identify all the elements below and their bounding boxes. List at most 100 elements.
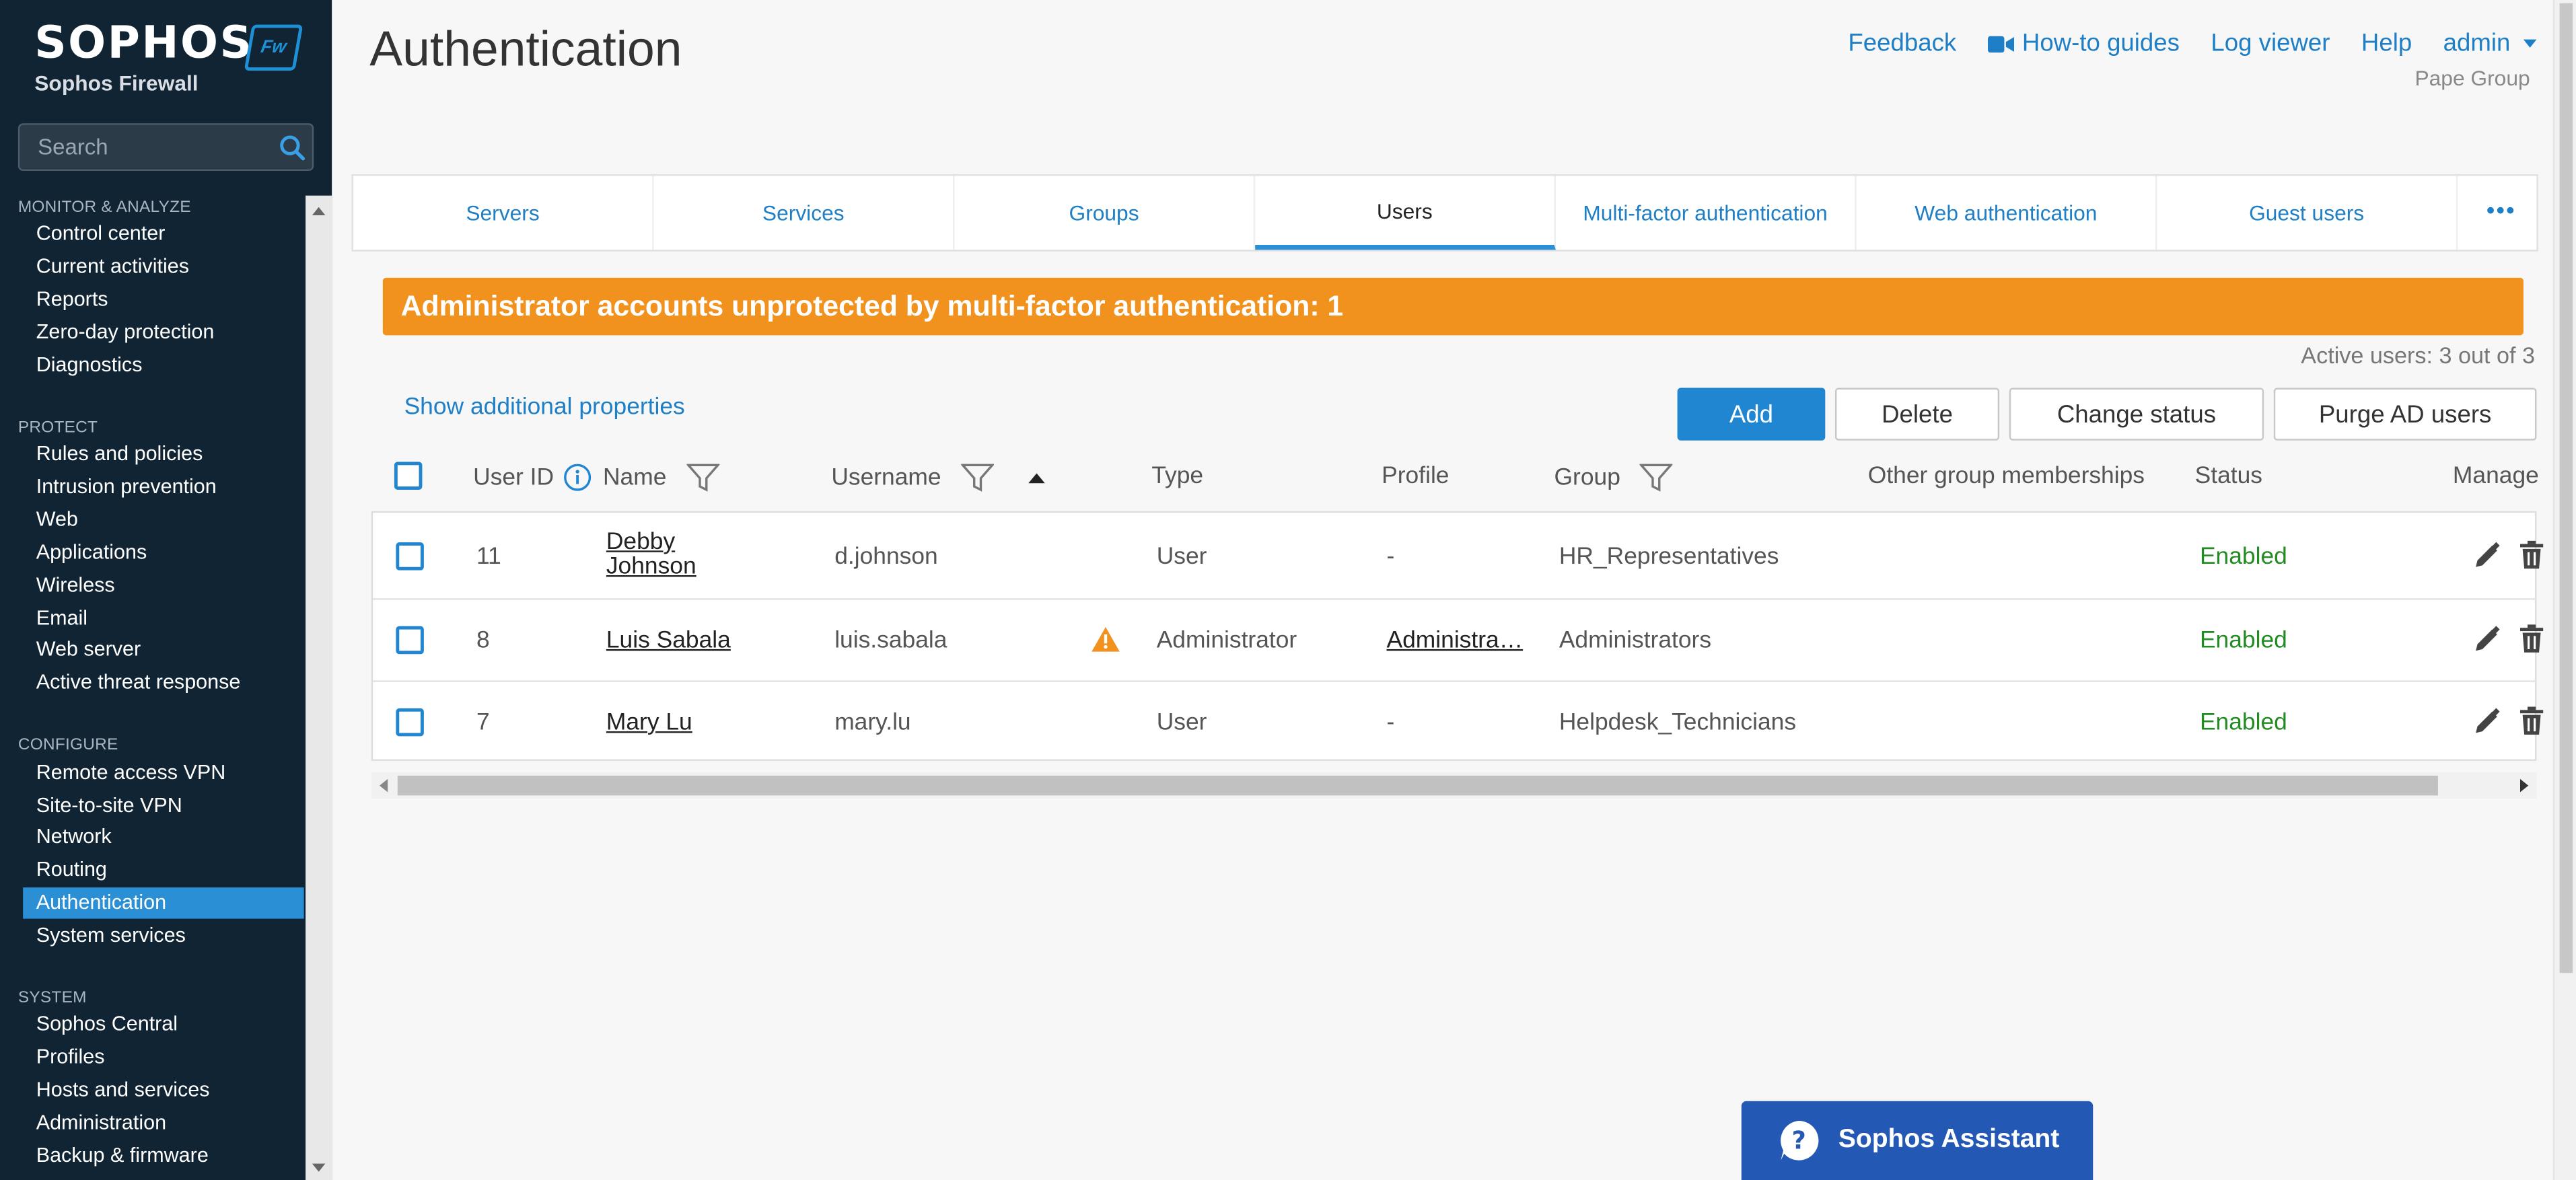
row-actions [2472, 540, 2545, 570]
sidebar-item-sophos-central[interactable]: Sophos Central [23, 1009, 303, 1040]
svg-text:?: ? [1792, 1126, 1806, 1155]
chevron-down-icon [2523, 39, 2537, 48]
scroll-left-icon[interactable] [379, 778, 388, 792]
sidebar-item-web-server[interactable]: Web server [23, 634, 303, 665]
scroll-up-icon[interactable] [312, 207, 326, 216]
active-users-count: Active users: 3 out of 3 [2301, 342, 2535, 369]
row-checkbox[interactable] [396, 542, 424, 570]
sidebar-item-administration[interactable]: Administration [23, 1108, 303, 1139]
sidebar-item-backup-firmware[interactable]: Backup & firmware [23, 1140, 303, 1171]
page-scrollbar[interactable] [2552, 0, 2576, 1180]
sidebar-scrollbar[interactable] [306, 195, 332, 1180]
column-name[interactable]: Name [603, 464, 719, 493]
user-type: User [1156, 710, 1207, 737]
column-group[interactable]: Group [1554, 464, 1674, 493]
tab-servers[interactable]: Servers [353, 176, 654, 250]
more-tabs-icon[interactable] [2487, 207, 2514, 214]
feedback-link[interactable]: Feedback [1848, 30, 1956, 58]
column-type[interactable]: Type [1151, 464, 1203, 490]
info-icon[interactable] [564, 464, 592, 492]
username: luis.sabala [834, 628, 947, 655]
table-row: 8 Luis Sabala luis.sabala Administrator … [373, 600, 2544, 682]
log-viewer-link[interactable]: Log viewer [2211, 30, 2330, 58]
sidebar-item-control-center[interactable]: Control center [23, 219, 303, 250]
help-link[interactable]: Help [2361, 30, 2412, 58]
table-row: 11 Debby Johnson d.johnson User - HR_Rep… [373, 513, 2544, 600]
scrollbar-thumb[interactable] [397, 776, 2438, 796]
delete-trash-icon[interactable] [2519, 540, 2545, 570]
column-other-groups[interactable]: Other group memberships [1868, 464, 2145, 490]
sidebar-item-current-activities[interactable]: Current activities [23, 252, 303, 283]
edit-pencil-icon[interactable] [2472, 706, 2502, 736]
howto-guides-link[interactable]: How-to guides [1987, 30, 2180, 58]
sidebar-item-profiles[interactable]: Profiles [23, 1042, 303, 1073]
tab-multi-factor-authentication[interactable]: Multi-factor authentication [1556, 176, 1857, 250]
user-name-link[interactable]: Mary Lu [606, 710, 692, 736]
nav-section-system: SYSTEM [17, 989, 87, 1008]
sidebar-item-hosts-and-services[interactable]: Hosts and services [23, 1075, 303, 1106]
sidebar-item-applications[interactable]: Applications [23, 538, 303, 568]
search-icon[interactable] [279, 135, 306, 169]
tab-guest-users[interactable]: Guest users [2157, 176, 2458, 250]
delete-trash-icon[interactable] [2519, 706, 2545, 736]
user-group: HR_Representatives [1559, 544, 1779, 570]
sort-ascending-icon[interactable] [1027, 472, 1046, 485]
filter-icon[interactable] [1640, 464, 1674, 493]
sidebar-item-diagnostics[interactable]: Diagnostics [23, 350, 303, 381]
row-checkbox[interactable] [396, 626, 424, 655]
page-scrollbar-thumb[interactable] [2559, 3, 2573, 973]
sidebar-item-wireless[interactable]: Wireless [23, 570, 303, 601]
tab-groups[interactable]: Groups [954, 176, 1256, 250]
user-type: Administrator [1156, 628, 1297, 655]
scroll-right-icon[interactable] [2520, 778, 2529, 792]
column-username[interactable]: Username [831, 464, 1046, 493]
search-input[interactable] [20, 124, 266, 170]
sidebar-item-network[interactable]: Network [23, 821, 303, 852]
user-type: User [1156, 544, 1207, 570]
add-button[interactable]: Add [1677, 388, 1826, 441]
brand-logo[interactable]: SOPHOS Sophos Firewall [34, 19, 253, 96]
delete-button[interactable]: Delete [1834, 388, 2000, 441]
row-checkbox[interactable] [396, 708, 424, 737]
select-all-checkbox[interactable] [394, 462, 423, 490]
sidebar-item-zero-day-protection[interactable]: Zero-day protection [23, 317, 303, 348]
sidebar-item-active-threat-response[interactable]: Active threat response [23, 667, 303, 698]
show-additional-properties-link[interactable]: Show additional properties [404, 394, 685, 420]
sidebar-item-routing[interactable]: Routing [23, 854, 303, 885]
change-status-button[interactable]: Change status [2009, 388, 2264, 441]
table-horizontal-scrollbar[interactable] [371, 772, 2537, 799]
sophos-assistant-button[interactable]: ? Sophos Assistant [1741, 1101, 2094, 1180]
user-name-link[interactable]: Debby Johnson [606, 530, 696, 580]
sidebar-item-email[interactable]: Email [23, 603, 303, 634]
profile-link[interactable]: Administra… [1386, 628, 1523, 654]
user-name-link[interactable]: Luis Sabala [606, 628, 731, 654]
sidebar-item-web[interactable]: Web [23, 505, 303, 536]
status-enabled: Enabled [2199, 544, 2287, 570]
video-camera-icon [1987, 35, 2014, 52]
delete-trash-icon[interactable] [2519, 624, 2545, 654]
purge-ad-users-button[interactable]: Purge AD users [2273, 388, 2537, 441]
status-enabled: Enabled [2199, 628, 2287, 655]
column-profile[interactable]: Profile [1382, 464, 1449, 490]
tab-web-authentication[interactable]: Web authentication [1857, 176, 2157, 250]
column-status[interactable]: Status [2195, 464, 2262, 490]
edit-pencil-icon[interactable] [2472, 624, 2502, 654]
sidebar: SOPHOS Sophos Firewall Fw MONITOR & ANAL… [0, 0, 332, 1180]
filter-icon[interactable] [686, 464, 719, 493]
sidebar-item-intrusion-prevention[interactable]: Intrusion prevention [23, 472, 303, 503]
nav-section-protect: PROTECT [17, 418, 98, 437]
sidebar-item-system-services[interactable]: System services [23, 920, 303, 951]
filter-icon[interactable] [960, 464, 994, 493]
tab-services[interactable]: Services [654, 176, 955, 250]
sidebar-item-remote-access-vpn[interactable]: Remote access VPN [23, 758, 303, 788]
column-user-id[interactable]: User ID [473, 464, 592, 492]
sidebar-item-authentication[interactable]: Authentication [23, 887, 304, 919]
sidebar-item-rules-and-policies[interactable]: Rules and policies [23, 439, 303, 470]
sidebar-item-site-to-site-vpn[interactable]: Site-to-site VPN [23, 790, 303, 821]
edit-pencil-icon[interactable] [2472, 541, 2502, 570]
tab-users[interactable]: Users [1255, 176, 1556, 250]
sidebar-item-reports[interactable]: Reports [23, 285, 303, 316]
scroll-down-icon[interactable] [312, 1163, 326, 1172]
column-manage: Manage [2452, 463, 2539, 490]
admin-menu[interactable]: admin [2443, 30, 2537, 58]
